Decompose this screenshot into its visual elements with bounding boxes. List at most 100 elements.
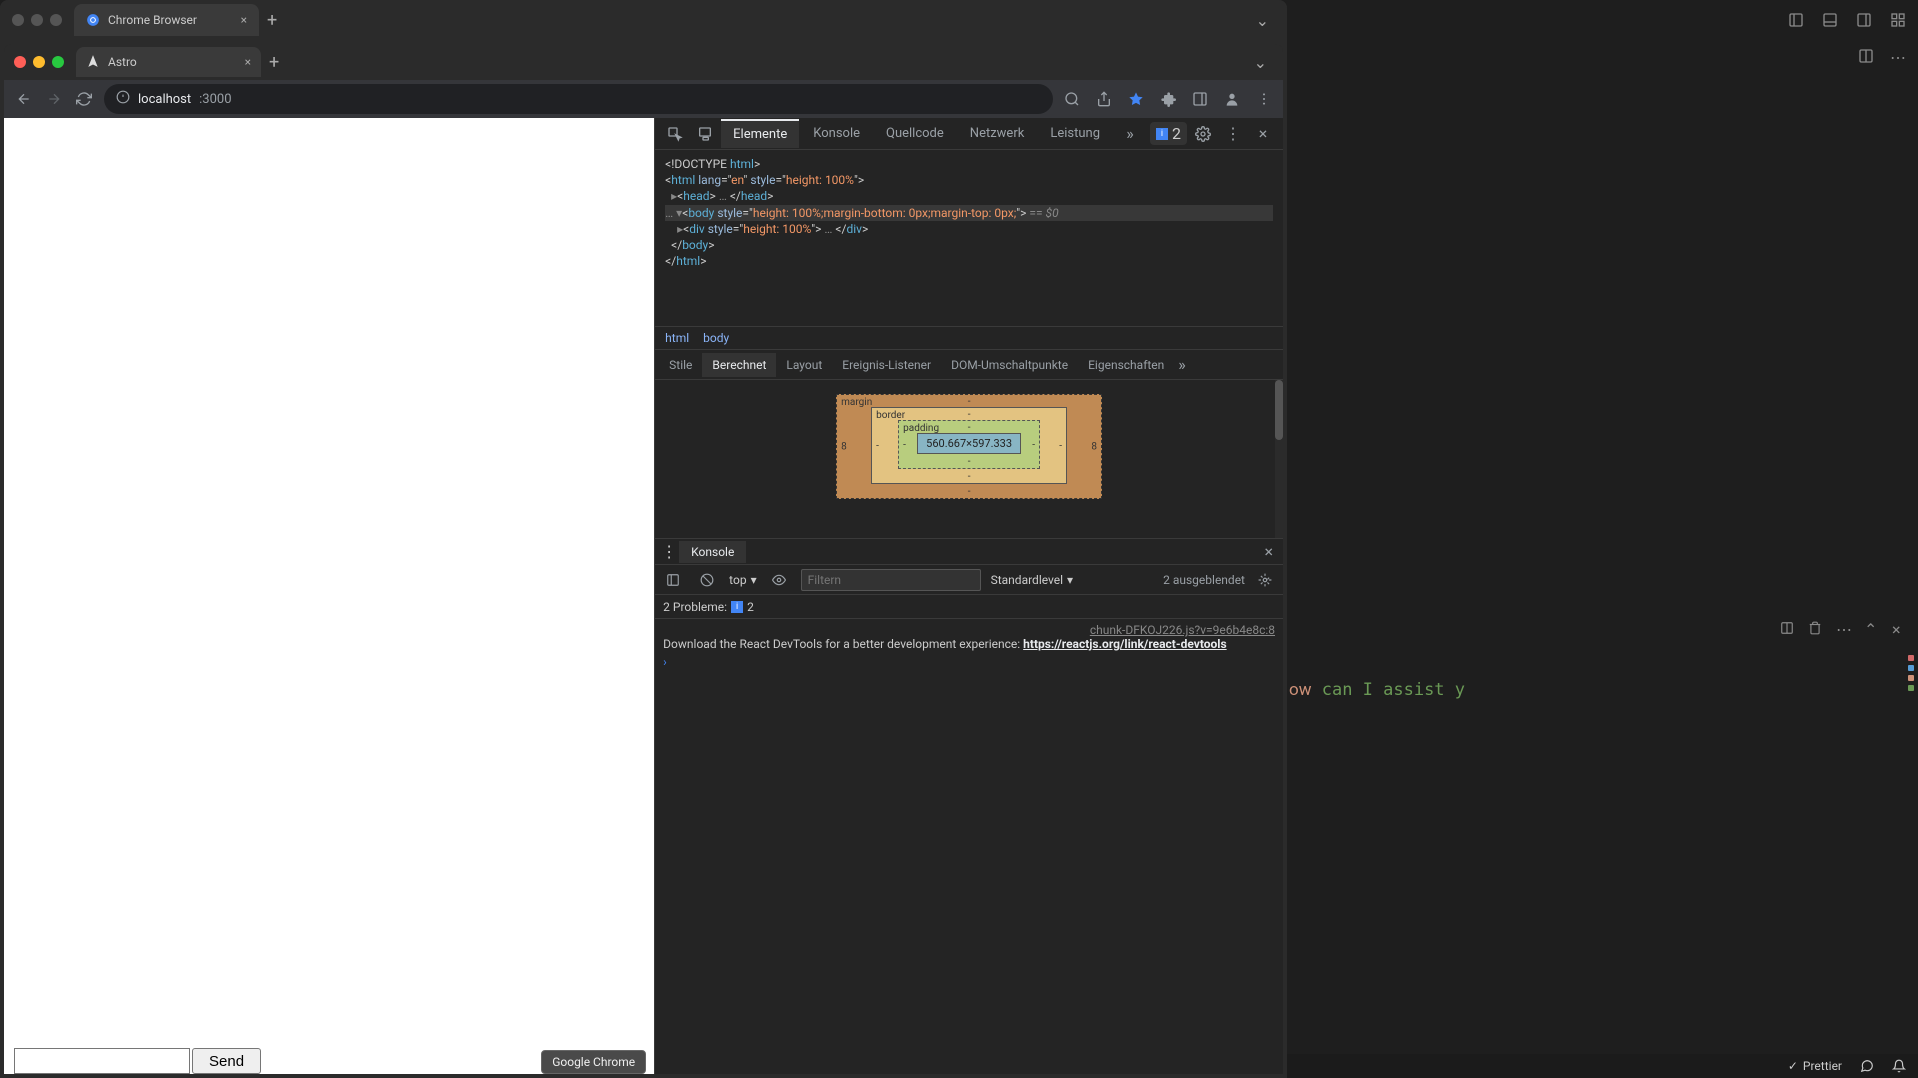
problems-square-icon: i	[731, 601, 743, 613]
chrome-favicon-icon	[86, 13, 100, 27]
source-link[interactable]: chunk-DFKOJ226.js?v=9e6b4e8c:8	[663, 623, 1275, 637]
device-toolbar-icon[interactable]	[691, 120, 719, 148]
vscode-window: ⋯ ⋯ ⌃ × ow can I assist y ✓ Prettier	[1287, 0, 1918, 1078]
outer-tab-close-icon[interactable]: ×	[241, 13, 247, 27]
problems-count: 2	[747, 600, 754, 614]
tab-performance[interactable]: Leistung	[1038, 120, 1112, 147]
status-feedback-icon[interactable]	[1860, 1059, 1874, 1073]
close-dot[interactable]	[14, 56, 26, 68]
tab-network[interactable]: Netzwerk	[958, 120, 1037, 147]
status-prettier[interactable]: ✓ Prettier	[1788, 1059, 1842, 1073]
profile-icon[interactable]	[1223, 90, 1241, 108]
bookmark-star-icon[interactable]	[1127, 90, 1145, 108]
tab-title: Astro	[108, 55, 137, 69]
toolbar: localhost:3000	[4, 80, 1283, 118]
new-tab-button[interactable]: +	[269, 52, 279, 73]
terminal-split-panel-icon[interactable]	[1780, 620, 1796, 636]
side-panel-icon[interactable]	[1191, 90, 1209, 108]
box-model: margin - - 8 8 border - - - - padding	[655, 380, 1283, 538]
layout-sidebar-right-icon[interactable]	[1856, 12, 1874, 30]
drawer-kebab-icon[interactable]: ⋮	[659, 542, 679, 561]
tab-console[interactable]: Konsole	[801, 120, 872, 147]
send-button[interactable]: Send	[192, 1048, 261, 1074]
layout-customize-icon[interactable]	[1890, 12, 1908, 30]
terminal-chevron-up-icon[interactable]: ⌃	[1864, 620, 1880, 636]
styles-tab-berechnet[interactable]: Berechnet	[702, 353, 776, 377]
site-info-icon[interactable]	[116, 90, 130, 108]
styles-tab-layout[interactable]: Layout	[776, 353, 832, 377]
devtools-kebab-icon[interactable]: ⋮	[1219, 120, 1247, 148]
clear-console-icon[interactable]	[695, 568, 719, 592]
layout-sidebar-left-icon[interactable]	[1788, 12, 1806, 30]
maximize-dot[interactable]	[52, 56, 64, 68]
outer-new-tab-button[interactable]: +	[267, 10, 277, 31]
react-devtools-link[interactable]: https://reactjs.org/link/react-devtools	[1023, 637, 1226, 651]
console-sidebar-icon[interactable]	[661, 568, 685, 592]
tab-elements[interactable]: Elemente	[721, 119, 799, 148]
dock-tooltip: Google Chrome	[541, 1050, 646, 1074]
elements-tree[interactable]: <!DOCTYPE html> <html lang="en" style="h…	[655, 150, 1283, 326]
console-filter-input[interactable]	[801, 569, 981, 591]
back-button[interactable]	[14, 89, 34, 109]
tab-astro[interactable]: Astro ×	[76, 47, 261, 77]
outer-tab-chrome-browser[interactable]: Chrome Browser ×	[74, 4, 259, 36]
more-tabs-icon[interactable]: »	[1116, 120, 1144, 148]
zoom-icon[interactable]	[1063, 90, 1081, 108]
box-content-size: 560.667×597.333	[917, 433, 1021, 454]
reload-button[interactable]	[74, 89, 94, 109]
styles-tab-stile[interactable]: Stile	[659, 353, 702, 377]
crumb-body[interactable]: body	[703, 331, 729, 345]
share-icon[interactable]	[1095, 90, 1113, 108]
issues-square-icon: i	[1156, 128, 1168, 140]
problems-row[interactable]: 2 Probleme: i 2	[655, 595, 1283, 619]
devtools-close-icon[interactable]: ×	[1249, 120, 1277, 148]
terminal-close-icon[interactable]: ×	[1892, 620, 1908, 636]
styles-tab-dom[interactable]: DOM-Umschaltpunkte	[941, 353, 1078, 377]
outer-close-dot[interactable]	[12, 14, 24, 26]
tablist-chevron-icon[interactable]: ⌄	[1254, 53, 1267, 72]
log-level-selector[interactable]: Standardlevel▾	[991, 573, 1073, 587]
outer-tablist-chevron-icon[interactable]: ⌄	[1256, 11, 1269, 30]
inspect-element-icon[interactable]	[661, 120, 689, 148]
browser-tabbar: Astro × + ⌄	[4, 44, 1283, 80]
tab-close-icon[interactable]: ×	[245, 55, 251, 69]
terminal-more-icon[interactable]: ⋯	[1836, 620, 1852, 636]
styles-tab-eigenschaften[interactable]: Eigenschaften	[1078, 353, 1174, 377]
console-settings-icon[interactable]	[1253, 568, 1277, 592]
address-bar[interactable]: localhost:3000	[104, 84, 1053, 114]
status-bar: ✓ Prettier	[1287, 1054, 1918, 1078]
outer-max-dot[interactable]	[50, 14, 62, 26]
minimize-dot[interactable]	[33, 56, 45, 68]
layout-panel-icon[interactable]	[1822, 12, 1840, 30]
styles-tab-listener[interactable]: Ereignis-Listener	[832, 353, 941, 377]
tab-sources[interactable]: Quellcode	[874, 120, 956, 147]
message-input[interactable]	[14, 1048, 190, 1074]
split-editor-icon[interactable]	[1858, 48, 1876, 66]
live-expression-icon[interactable]	[767, 568, 791, 592]
selected-element-row[interactable]: … ▾<body style="height: 100%;margin-bott…	[665, 205, 1273, 221]
extensions-icon[interactable]	[1159, 90, 1177, 108]
chevron-down-icon: ▾	[751, 573, 757, 587]
outer-tab-title: Chrome Browser	[108, 13, 197, 27]
styles-more-icon[interactable]: »	[1178, 355, 1186, 374]
editor-more-icon[interactable]: ⋯	[1890, 48, 1908, 66]
forward-button[interactable]	[44, 89, 64, 109]
hidden-count[interactable]: 2 ausgeblendet	[1163, 573, 1245, 587]
outer-min-dot[interactable]	[31, 14, 43, 26]
page-content: Send Google Chrome	[4, 118, 654, 1074]
console-message: Download the React DevTools for a better…	[663, 637, 1275, 651]
astro-favicon-icon	[86, 54, 100, 71]
kebab-menu-icon[interactable]	[1255, 90, 1273, 108]
terminal-trash-icon[interactable]	[1808, 620, 1824, 636]
crumb-html[interactable]: html	[665, 331, 689, 345]
context-selector[interactable]: top▾	[729, 573, 756, 587]
check-icon: ✓	[1788, 1059, 1798, 1073]
issues-badge[interactable]: i 2	[1150, 122, 1187, 145]
styles-scrollbar[interactable]	[1275, 380, 1283, 538]
devtools-settings-icon[interactable]	[1189, 120, 1217, 148]
console-prompt-icon[interactable]: ›	[663, 655, 1275, 669]
drawer-tab-konsole[interactable]: Konsole	[679, 541, 746, 563]
breadcrumb: html body	[655, 326, 1283, 350]
drawer-close-icon[interactable]: ×	[1258, 542, 1279, 561]
status-bell-icon[interactable]	[1892, 1059, 1906, 1073]
